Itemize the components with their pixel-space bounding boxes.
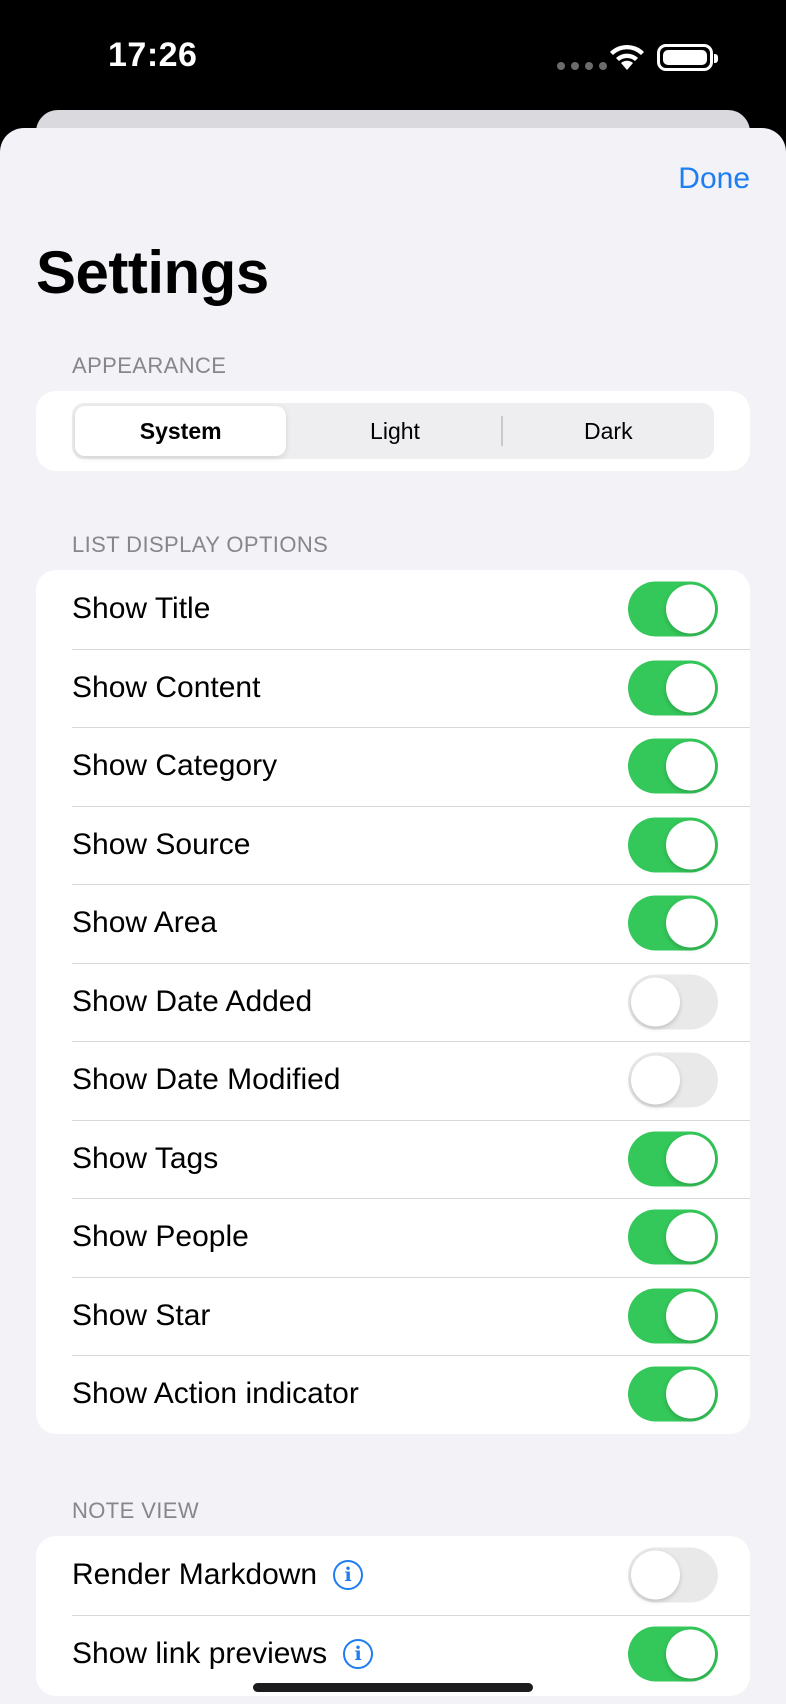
row-label: Show Source [72,827,251,861]
toggle-show-star[interactable] [628,1288,718,1344]
toggle-knob [631,1055,680,1105]
toggle-render-markdown[interactable] [628,1547,718,1603]
toggle-knob [666,1369,715,1419]
segment-light[interactable]: Light [289,406,500,456]
row-label: Show Date Modified [72,1063,341,1097]
toggle-knob [631,977,680,1027]
cellular-signal-icon [557,62,607,70]
segment-system[interactable]: System [75,406,287,456]
toggle-knob [666,1134,715,1184]
settings-row-show-source: Show Source [36,805,750,885]
settings-sheet: Done Settings APPEARANCE System Light Da… [0,128,786,1704]
settings-row-show-people: Show People [36,1198,750,1277]
settings-row-show-date-added: Show Date Added [36,962,750,1042]
toggle-show-link-previews[interactable] [628,1626,718,1682]
toggle-knob [666,1212,715,1262]
row-label: Show Title [72,592,211,626]
row-label: Show Content [72,670,261,704]
appearance-card: System Light Dark [36,391,750,471]
toggle-knob [666,584,715,634]
toggle-show-content[interactable] [628,660,718,716]
section-header-list-display: LIST DISPLAY OPTIONS [72,532,329,557]
toggle-knob [666,1629,715,1679]
toggle-show-date-modified[interactable] [628,1052,718,1108]
row-label: Show Tags [72,1141,219,1175]
toggle-knob [666,1291,715,1341]
toggle-knob [631,1550,680,1600]
page-title: Settings [36,239,269,306]
settings-row-show-action-indicator: Show Action indicator [36,1355,750,1434]
settings-row-show-star: Show Star [36,1276,750,1356]
toggle-show-tags[interactable] [628,1131,718,1187]
settings-row-show-title: Show Title [36,570,750,649]
segment-dark[interactable]: Dark [503,406,714,456]
battery-icon [657,44,718,71]
toggle-show-category[interactable] [628,738,718,794]
settings-row-show-category: Show Category [36,727,750,806]
row-label: Render Markdown [72,1558,318,1592]
toggle-knob [666,898,715,948]
note-view-card: Render Markdown i Show link previews i [36,1536,750,1696]
toggle-show-area[interactable] [628,895,718,951]
toggle-show-source[interactable] [628,817,718,873]
row-label: Show Area [72,906,218,940]
section-header-note-view: NOTE VIEW [72,1498,200,1523]
toggle-show-people[interactable] [628,1209,718,1265]
settings-row-show-date-modified: Show Date Modified [36,1041,750,1120]
info-icon[interactable]: i [343,1638,374,1669]
toggle-show-date-added[interactable] [628,974,718,1030]
toggle-knob [666,663,715,713]
toggle-show-action-indicator[interactable] [628,1366,718,1422]
status-time: 17:26 [108,36,198,74]
settings-row-show-content: Show Content [36,648,750,728]
row-label: Show Date Added [72,984,313,1018]
appearance-segmented-control: System Light Dark [72,403,714,459]
row-label: Show link previews [72,1636,328,1670]
settings-row-show-tags: Show Tags [36,1119,750,1199]
done-button[interactable]: Done [678,162,750,196]
settings-row-show-area: Show Area [36,884,750,963]
toggle-knob [666,820,715,870]
row-label: Show People [72,1220,249,1254]
settings-row-show-link-previews: Show link previews i [36,1614,750,1694]
list-display-card: Show Title Show Content Show Category Show … [36,570,750,1434]
toggle-show-title[interactable] [628,581,718,637]
settings-row-render-markdown: Render Markdown i [36,1536,750,1615]
row-label: Show Action indicator [72,1377,359,1411]
row-label: Show Star [72,1298,211,1332]
toggle-knob [666,741,715,791]
section-header-appearance: APPEARANCE [72,353,227,378]
info-icon[interactable]: i [333,1560,364,1591]
wifi-icon [610,44,644,70]
home-indicator[interactable] [253,1683,533,1692]
screen: 17:26 Done Settings APPEARANCE System Li… [0,0,786,1704]
row-label: Show Category [72,749,278,783]
